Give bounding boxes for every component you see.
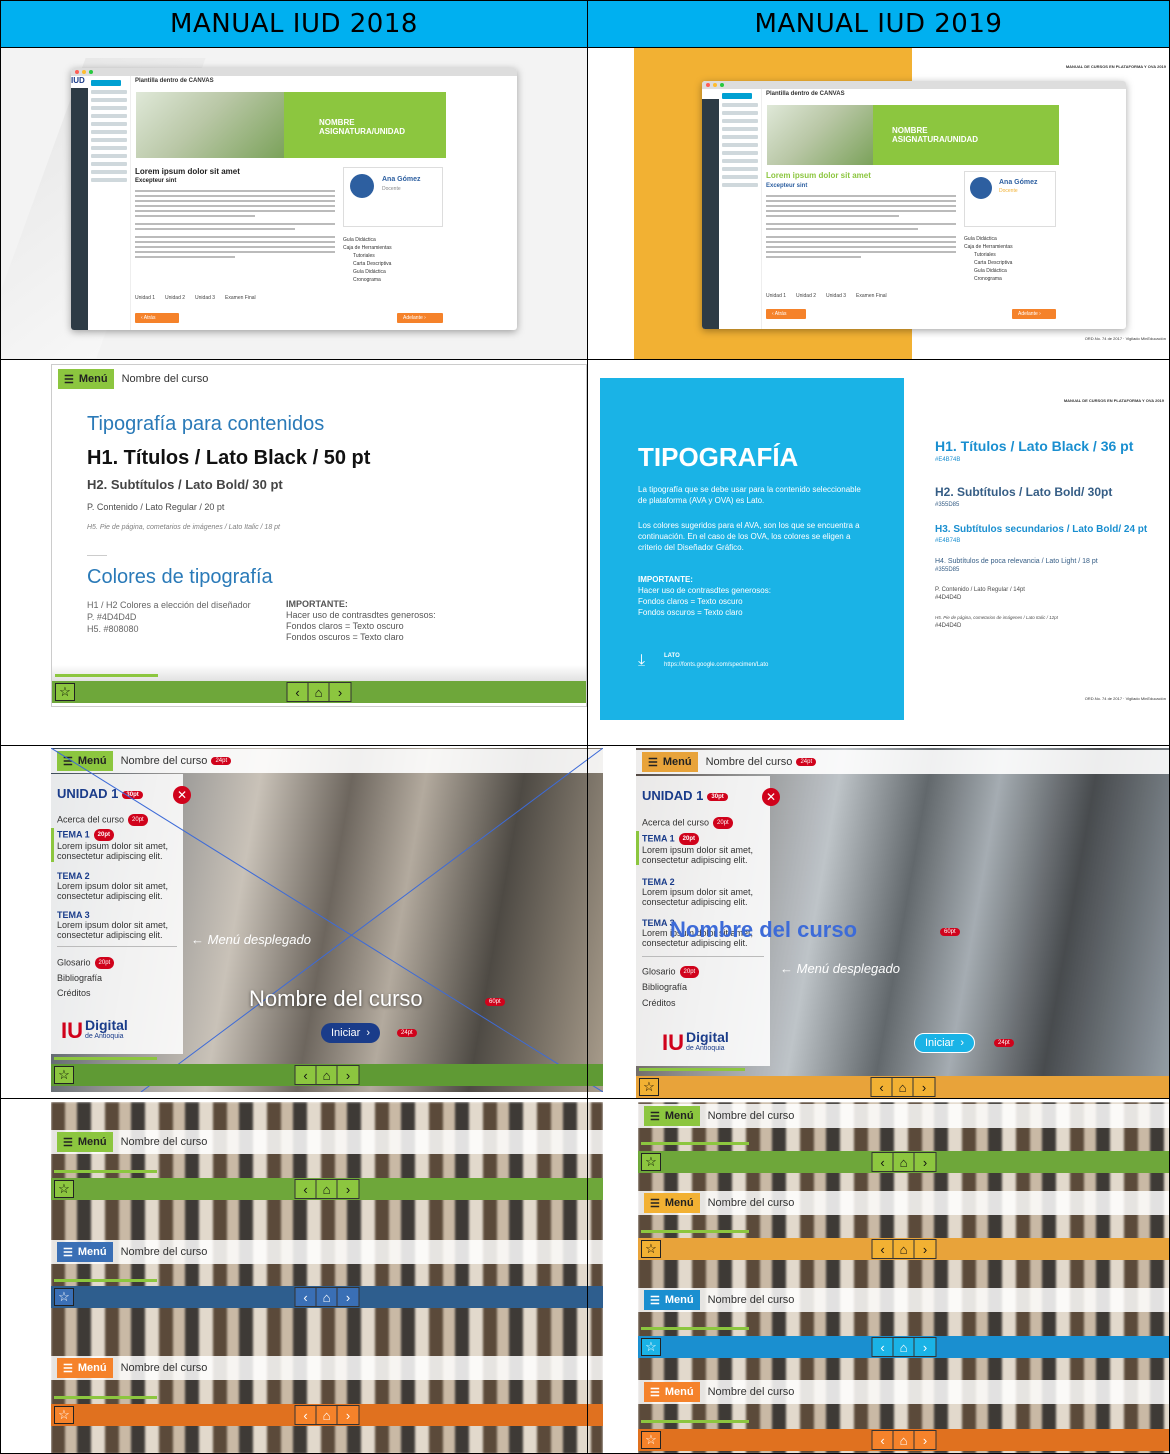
table-border bbox=[0, 0, 1170, 1454]
